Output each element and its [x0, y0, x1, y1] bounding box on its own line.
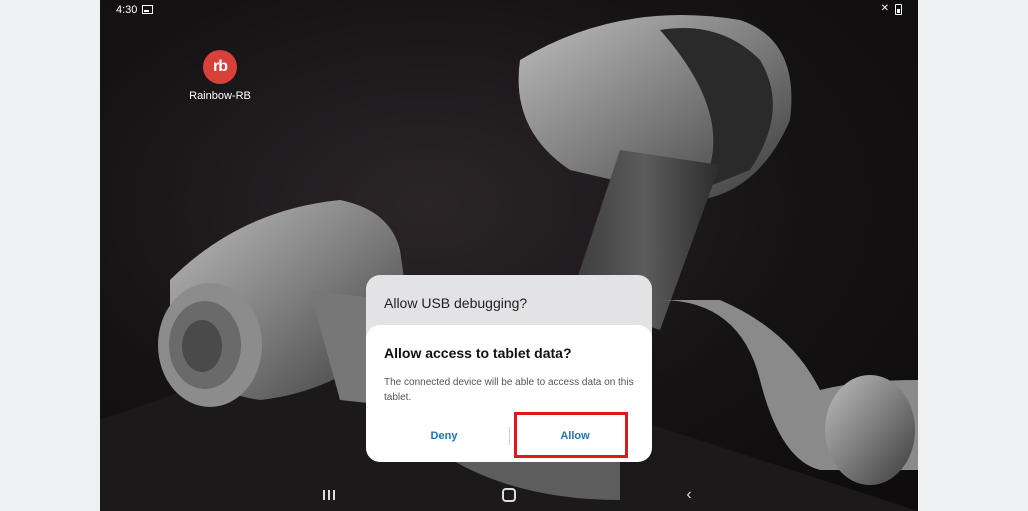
status-bar: 4:30 ✕ — [100, 0, 918, 20]
battery-icon — [895, 3, 902, 15]
deny-button[interactable]: Deny — [380, 421, 508, 451]
dialog-title: Allow access to tablet data? — [384, 345, 572, 361]
button-divider — [509, 427, 510, 445]
status-time: 4:30 — [116, 4, 138, 16]
home-icon[interactable] — [496, 486, 522, 504]
tablet-screen: 4:30 ✕ rb Rainbow-RB Allow USB debugging… — [100, 0, 918, 511]
status-icons: ✕ — [881, 3, 902, 15]
back-icon[interactable]: ‹ — [676, 486, 702, 504]
app-label: Rainbow-RB — [189, 90, 251, 102]
app-shortcut-rainbow-rb[interactable]: rb Rainbow-RB — [180, 50, 260, 102]
usb-debug-icon: ✕ — [880, 3, 889, 14]
navigation-bar: ‹ — [100, 477, 918, 511]
recent-apps-icon[interactable] — [316, 486, 342, 504]
rainbow-rb-logo-icon: rb — [203, 50, 237, 84]
image-notification-icon — [142, 5, 153, 14]
usb-debugging-title: Allow USB debugging? — [384, 295, 528, 311]
dialog-message: The connected device will be able to acc… — [384, 377, 634, 403]
allow-highlight-box — [514, 412, 628, 458]
